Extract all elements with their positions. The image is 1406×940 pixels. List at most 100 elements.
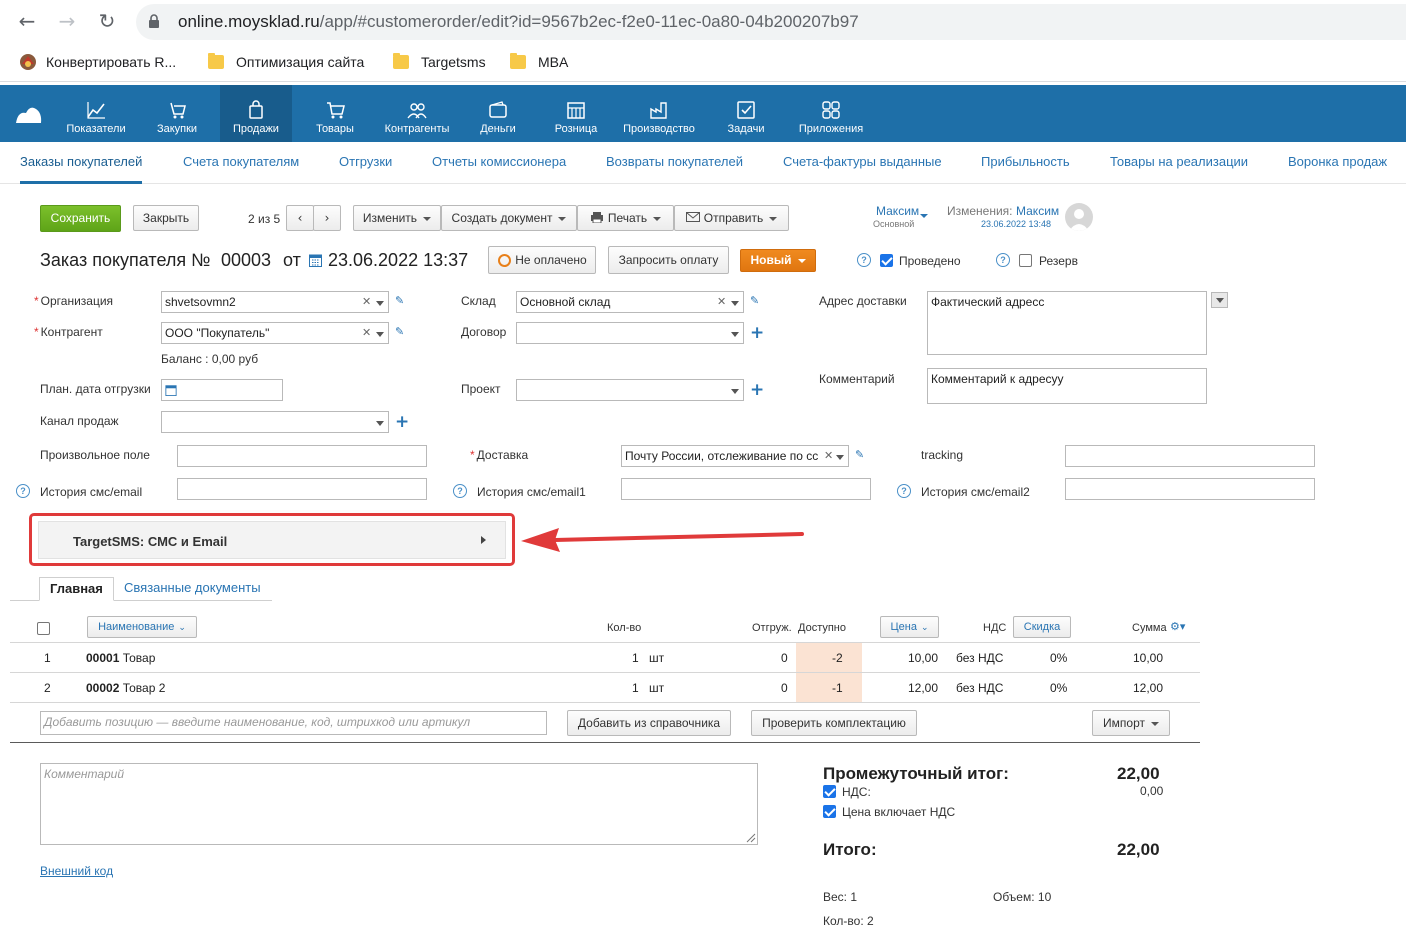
table-row[interactable]: 00001 Товар 1 1 шт 0 -2 10,00 без НДС 0% 10,00 [10, 643, 1200, 673]
subnav-profitability[interactable]: Прибыльность [981, 154, 1070, 169]
targetsms-panel[interactable]: TargetSMS: СМС и Email [38, 521, 506, 559]
nav-sales[interactable]: Продажи [220, 85, 292, 142]
tab-main[interactable]: Главная [39, 577, 114, 601]
help-icon[interactable]: ? [857, 253, 871, 267]
subnav-funnel[interactable]: Воронка продаж [1288, 154, 1387, 169]
help-icon[interactable]: ? [16, 484, 30, 498]
unpaid-button[interactable]: Не оплачено [488, 246, 596, 274]
subnav-shipments[interactable]: Отгрузки [339, 154, 392, 169]
add-position-input[interactable]: Добавить позицию — введите наименование,… [40, 711, 547, 735]
ship-date-input[interactable] [161, 379, 283, 401]
cell-qty[interactable]: 1 [632, 681, 639, 695]
bookmark-folder[interactable]: Targetsms [393, 52, 486, 72]
nav-goods[interactable]: Товары [302, 85, 368, 142]
nav-tasks[interactable]: Задачи [714, 85, 778, 142]
comment-textarea[interactable]: Комментарий [40, 763, 758, 845]
nav-counterparties[interactable]: Контрагенты [378, 85, 456, 142]
prev-button[interactable]: ‹ [286, 205, 314, 231]
clear-icon[interactable]: ✕ [822, 446, 834, 466]
nav-retail[interactable]: Розница [544, 85, 608, 142]
price-includes-vat-checkbox[interactable] [823, 805, 836, 818]
chevron-down-icon[interactable] [376, 421, 384, 426]
clear-icon[interactable]: ✕ [717, 292, 726, 312]
chevron-down-icon[interactable] [376, 332, 384, 337]
send-dropdown[interactable]: Отправить [674, 205, 789, 231]
add-icon[interactable]: + [395, 414, 409, 431]
reload-icon[interactable]: ↻ [94, 8, 120, 34]
doc-date[interactable]: 23.06.2022 13:37 [328, 250, 468, 271]
bookmark-folder[interactable]: MBA [510, 52, 568, 72]
bookmark-item[interactable]: Конвертировать R... [18, 52, 176, 72]
save-button[interactable]: Сохранить [40, 205, 121, 232]
item-name[interactable]: 00001 Товар [86, 651, 155, 665]
cell-price[interactable]: 10,00 [908, 651, 938, 665]
gear-icon[interactable]: ⚙▾ [1170, 620, 1185, 633]
chevron-down-icon[interactable] [731, 301, 739, 306]
nav-money[interactable]: Деньги [466, 85, 530, 142]
avatar[interactable] [1065, 203, 1093, 231]
org-select[interactable]: shvetsovmn2 ✕ [161, 291, 389, 313]
doc-number[interactable]: 00003 [221, 250, 271, 271]
vat-checkbox[interactable] [823, 785, 836, 798]
nav-apps[interactable]: Приложения [792, 85, 870, 142]
address-bar[interactable]: online.moysklad.ru/app/#customerorder/ed… [136, 4, 1406, 40]
add-icon[interactable]: + [750, 325, 764, 342]
back-icon[interactable]: ← [14, 8, 40, 34]
name-column-sort[interactable]: Наименование ⌄ [87, 616, 197, 638]
custom-field-input[interactable] [177, 445, 427, 467]
request-payment-button[interactable]: Запросить оплату [608, 246, 729, 274]
chevron-down-icon[interactable] [376, 301, 384, 306]
project-select[interactable] [516, 379, 744, 401]
nav-production[interactable]: Производство [618, 85, 700, 142]
history3-input[interactable] [1065, 478, 1315, 500]
chevron-down-icon[interactable] [731, 332, 739, 337]
help-icon[interactable]: ? [996, 253, 1010, 267]
cell-qty[interactable]: 1 [632, 651, 639, 665]
chevron-down-icon[interactable] [731, 389, 739, 394]
calendar-icon[interactable] [165, 384, 177, 396]
tracking-input[interactable] [1065, 445, 1315, 467]
print-dropdown[interactable]: Печать [577, 205, 674, 231]
help-icon[interactable]: ? [453, 484, 467, 498]
address-comment-input[interactable]: Комментарий к адресуу [927, 368, 1207, 404]
chevron-down-icon[interactable] [836, 455, 844, 460]
table-row[interactable]: 00002 Товар 2 2 1 шт 0 -1 12,00 без НДС 0% 12,00 [10, 673, 1200, 703]
tab-related-documents[interactable]: Связанные документы [114, 577, 271, 601]
help-icon[interactable]: ? [897, 484, 911, 498]
select-all-checkbox[interactable] [37, 622, 50, 635]
counterparty-select[interactable]: ООО "Покупатель" ✕ [161, 322, 389, 344]
changes-user[interactable]: Максим [1016, 204, 1059, 218]
calendar-icon[interactable] [309, 253, 322, 267]
reserve-checkbox[interactable] [1019, 254, 1032, 267]
posted-checkbox[interactable] [880, 254, 893, 267]
pencil-icon[interactable]: ✎ [395, 326, 405, 337]
owner-name[interactable]: Максим [876, 204, 919, 218]
history1-input[interactable] [177, 478, 427, 500]
add-from-catalog-button[interactable]: Добавить из справочника [567, 710, 731, 736]
pencil-icon[interactable]: ✎ [395, 295, 405, 306]
delivery-address-input[interactable]: Фактический адресс [927, 291, 1207, 355]
history2-input[interactable] [621, 478, 871, 500]
nav-purchases[interactable]: Закупки [144, 85, 210, 142]
subnav-invoices-issued[interactable]: Счета-фактуры выданные [783, 154, 942, 169]
status-dropdown[interactable]: Новый [740, 249, 816, 272]
clear-icon[interactable]: ✕ [362, 292, 371, 312]
discount-column-button[interactable]: Скидка [1013, 616, 1071, 638]
item-name[interactable]: 00002 Товар 2 [86, 681, 165, 695]
subnav-returns[interactable]: Возвраты покупателей [606, 154, 743, 169]
resize-handle-icon[interactable] [746, 833, 756, 843]
delivery-select[interactable]: Почту России, отслеживание по сс ✕ [621, 445, 849, 467]
cloud-logo-icon[interactable] [14, 103, 44, 125]
forward-icon[interactable]: → [54, 8, 80, 34]
cell-discount[interactable]: 0% [1050, 651, 1067, 665]
pencil-icon[interactable]: ✎ [855, 449, 865, 460]
bookmark-folder[interactable]: Оптимизация сайта [208, 52, 364, 72]
edit-dropdown[interactable]: Изменить [353, 205, 441, 231]
subnav-invoices[interactable]: Счета покупателям [183, 154, 299, 169]
price-column-dropdown[interactable]: Цена ⌄ [880, 616, 939, 638]
add-icon[interactable]: + [750, 382, 764, 399]
contract-select[interactable] [516, 322, 744, 344]
next-button[interactable]: › [313, 205, 341, 231]
check-kit-button[interactable]: Проверить комплектацию [751, 710, 917, 736]
cell-price[interactable]: 12,00 [908, 681, 938, 695]
